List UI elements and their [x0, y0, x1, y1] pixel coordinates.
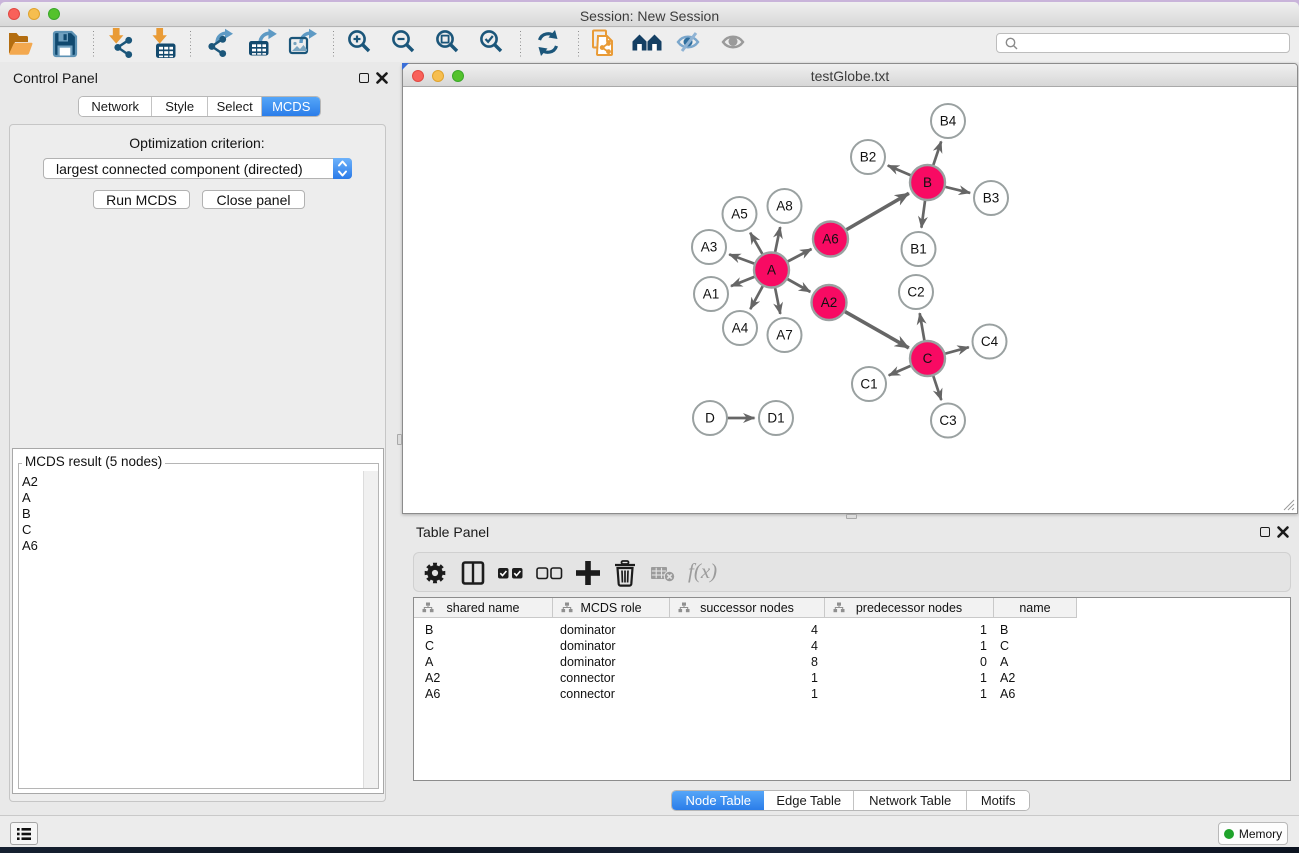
svg-text:C: C: [923, 351, 933, 366]
svg-text:C2: C2: [907, 285, 924, 300]
svg-text:A7: A7: [776, 328, 793, 343]
svg-text:B4: B4: [940, 114, 957, 129]
svg-text:B3: B3: [983, 191, 1000, 206]
svg-text:D: D: [705, 411, 715, 426]
svg-text:A1: A1: [703, 287, 720, 302]
svg-text:C1: C1: [860, 377, 877, 392]
svg-text:A2: A2: [821, 295, 838, 310]
svg-text:A5: A5: [731, 207, 748, 222]
svg-text:A8: A8: [776, 199, 793, 214]
svg-text:D1: D1: [767, 411, 784, 426]
svg-text:C4: C4: [981, 334, 999, 349]
svg-text:A6: A6: [822, 232, 839, 247]
svg-text:C3: C3: [939, 413, 956, 428]
svg-text:B: B: [923, 175, 932, 190]
svg-text:A4: A4: [732, 321, 749, 336]
svg-text:A3: A3: [701, 240, 718, 255]
svg-text:B1: B1: [910, 242, 927, 257]
svg-text:A: A: [767, 263, 776, 278]
svg-text:B2: B2: [860, 150, 877, 165]
